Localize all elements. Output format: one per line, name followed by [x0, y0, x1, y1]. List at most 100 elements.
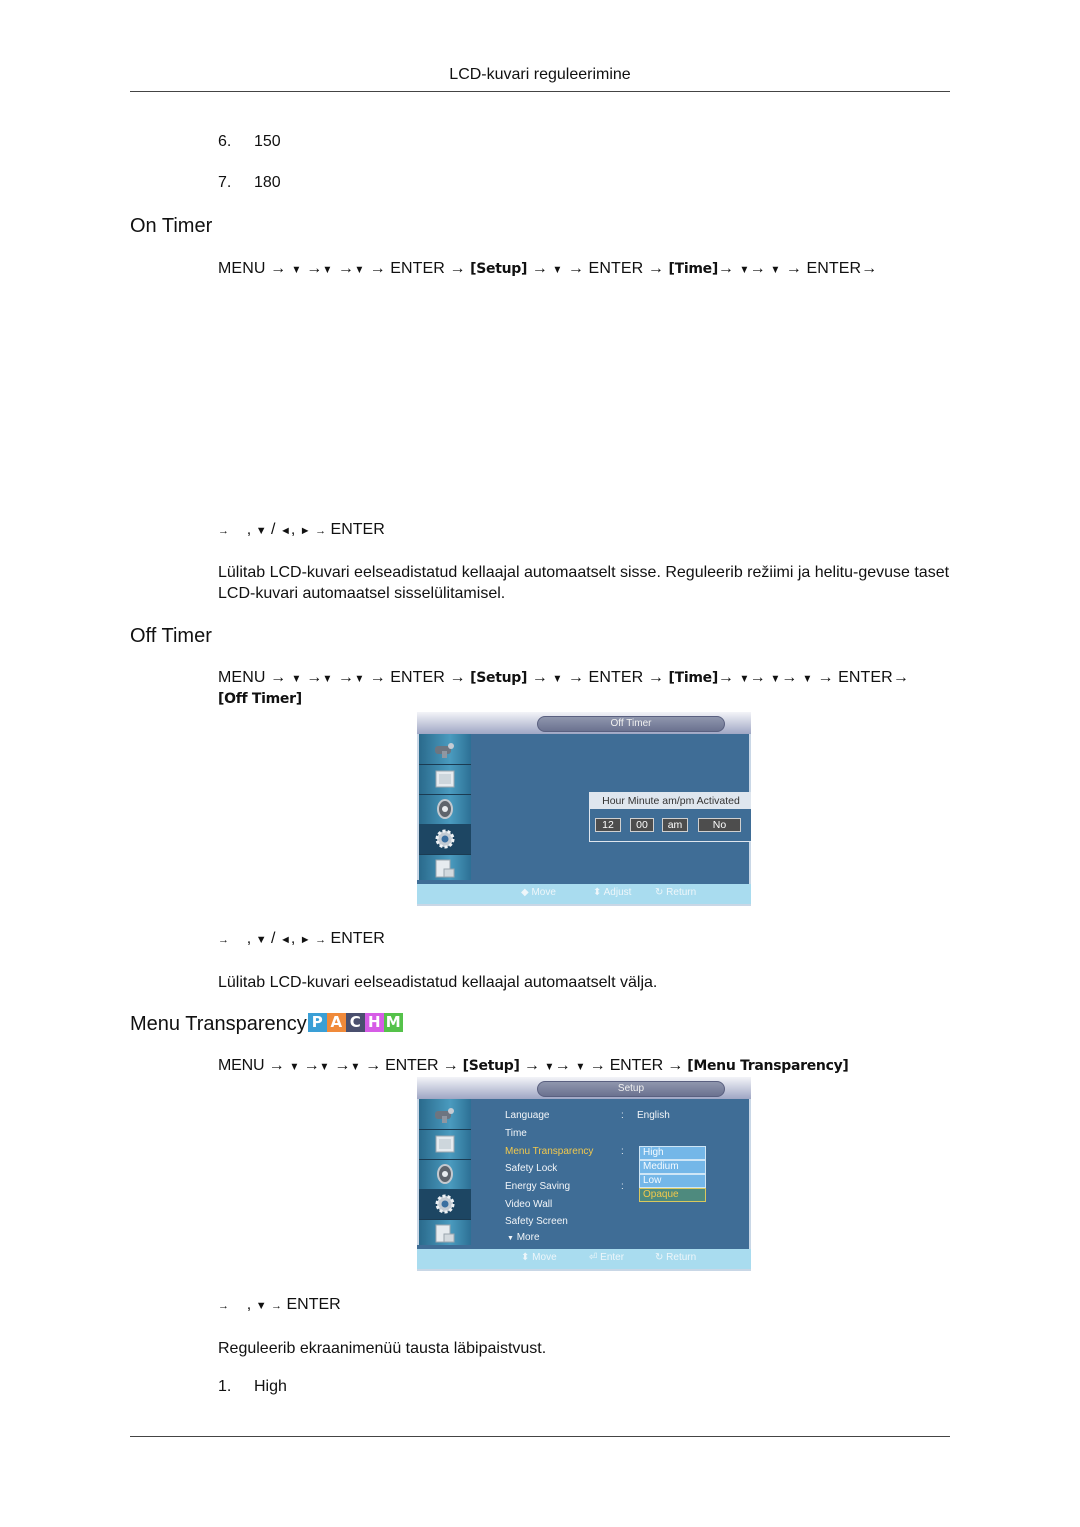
badge-a: A — [326, 1013, 346, 1033]
down-arrow-icon: ▼ — [291, 264, 302, 276]
down-arrow-icon: ▼ — [575, 1061, 585, 1073]
osd-sidebar-setup-icon — [419, 1189, 471, 1220]
setup-item-safety-screen[interactable]: Safety Screen — [505, 1216, 568, 1227]
key-sequence-on-timer: → , ▼ / ◄, ► → ENTER — [218, 521, 385, 538]
ampm-field[interactable]: am — [662, 818, 688, 832]
down-arrow-icon: ▼ — [739, 673, 750, 685]
list-item: 1. High — [218, 1378, 287, 1396]
down-arrow-icon: ▼ — [255, 525, 267, 537]
down-arrow-icon: ▼ — [322, 264, 333, 276]
osd-sidebar-input-icon — [419, 734, 471, 765]
setup-item-video-wall[interactable]: Video Wall — [505, 1199, 552, 1210]
down-arrow-icon: ▼ — [289, 1061, 299, 1073]
key-sequence-off-timer: → , ▼ / ◄, ► → ENTER — [218, 930, 385, 947]
down-arrow-icon: ▼ — [770, 264, 781, 276]
osd-footer: ◆ Move ⬍ Adjust ↻ Return — [417, 880, 751, 904]
badge-h: H — [364, 1013, 384, 1033]
menu-transparency-description: Reguleerib ekraanimenüü tausta läbipaist… — [218, 1340, 547, 1357]
setup-item-time[interactable]: Time — [505, 1128, 527, 1139]
setup-item-energy-saving[interactable]: Energy Saving — [505, 1181, 570, 1192]
list-text: High — [254, 1378, 287, 1395]
down-arrow-icon: ▼ — [354, 673, 365, 685]
badge-p: P — [307, 1013, 327, 1033]
footer-move: ◆ Move — [521, 887, 556, 898]
list-item: 6. 150 — [218, 133, 281, 151]
osd-footer: ⬍ Move ⏎ Enter ↻ Return — [417, 1245, 751, 1269]
footer-enter: ⏎ Enter — [589, 1252, 625, 1263]
down-arrow-icon: ▼ — [255, 934, 267, 946]
osd-sidebar-input-icon — [419, 1099, 471, 1130]
osd-sidebar-sound-icon — [419, 1159, 471, 1190]
down-arrow-icon: ▼ — [552, 264, 563, 276]
section-heading-menu-transparency: Menu Transparency P A C H M — [130, 1013, 403, 1036]
list-item: 7. 180 — [218, 174, 281, 192]
osd-title: Off Timer — [537, 716, 725, 732]
off-timer-description: Lülitab LCD-kuvari eelseadistatud kellaa… — [218, 974, 658, 991]
colon: : — [621, 1181, 624, 1192]
osd-sidebar-picture-icon — [419, 1129, 471, 1160]
timer-column-headers: Hour Minute am/pm Activated — [590, 793, 751, 809]
osd-title: Setup — [537, 1081, 725, 1097]
right-arrow-icon: ► — [299, 934, 311, 946]
setup-osd-screenshot: Setup Language Time Menu Transparency Sa… — [417, 1077, 751, 1271]
osd-sidebar-setup-icon — [419, 824, 471, 855]
down-arrow-icon: ▼ — [319, 1061, 330, 1073]
down-arrow-icon: ▼ — [552, 673, 563, 685]
section-heading-off-timer: Off Timer — [130, 625, 212, 647]
menu-path-on-timer: MENU → ▼ →▼ →▼ → ENTER → [Setup] → ▼ → E… — [218, 259, 954, 280]
osd-sidebar-sound-icon — [419, 794, 471, 825]
footer-adjust: ⬍ Adjust — [593, 887, 632, 898]
footer-return: ↻ Return — [655, 1252, 697, 1263]
badge-m: M — [383, 1013, 403, 1033]
down-arrow-icon: ▼ — [544, 1061, 555, 1073]
footer-return: ↻ Return — [655, 887, 697, 898]
down-arrow-icon: ▼ — [739, 264, 750, 276]
down-arrow-icon: ▼ — [255, 1300, 267, 1312]
minute-field[interactable]: 00 — [630, 818, 654, 832]
list-number: 1. — [218, 1378, 232, 1395]
badge-c: C — [345, 1013, 365, 1033]
hour-field[interactable]: 12 — [595, 818, 621, 832]
section-heading-on-timer: On Timer — [130, 215, 213, 237]
down-arrow-icon: ▼ — [802, 673, 813, 685]
left-arrow-icon: ◄ — [279, 934, 291, 946]
option-medium[interactable]: Medium — [639, 1160, 706, 1174]
down-arrow-icon: ▼ — [354, 264, 365, 276]
setup-item-more[interactable]: ▼ More — [507, 1232, 540, 1243]
osd-main-panel: Hour Minute am/pm Activated 12 00 am No — [471, 734, 751, 884]
footer-move: ⬍ Move — [521, 1252, 557, 1263]
key-sequence-menu-transparency: → , ▼ → ENTER — [218, 1296, 341, 1313]
option-opaque[interactable]: Opaque — [639, 1188, 706, 1202]
off-timer-osd-screenshot: Off Timer Hour Minute am/pm Activated 12… — [417, 712, 751, 906]
down-arrow-icon: ▼ — [322, 673, 333, 685]
down-arrow-icon: ▼ — [350, 1061, 361, 1073]
more-chevron-icon: ▼ — [507, 1235, 514, 1242]
header-divider — [130, 91, 950, 92]
left-arrow-icon: ◄ — [279, 525, 291, 537]
list-text: 180 — [254, 174, 281, 191]
list-number: 6. — [218, 133, 232, 150]
off-timer-settings-box: Hour Minute am/pm Activated 12 00 am No — [589, 792, 751, 842]
list-text: 150 — [254, 133, 281, 150]
setup-item-safety-lock[interactable]: Safety Lock — [505, 1163, 557, 1174]
footer-divider — [130, 1436, 950, 1437]
option-low[interactable]: Low — [639, 1174, 706, 1188]
colon: : — [621, 1110, 624, 1121]
osd-main-panel: Language Time Menu Transparency Safety L… — [471, 1099, 749, 1249]
osd-sidebar-picture-icon — [419, 764, 471, 795]
mode-badges: P A C H M — [307, 1013, 403, 1033]
menu-path-menu-transparency: MENU → ▼ →▼ →▼ → ENTER → [Setup] → ▼→ ▼ … — [218, 1056, 954, 1077]
menu-path-off-timer: MENU → ▼ →▼ →▼ → ENTER → [Setup] → ▼ → E… — [218, 669, 909, 707]
activated-field[interactable]: No — [698, 818, 741, 832]
down-arrow-icon: ▼ — [291, 673, 302, 685]
page-header-title: LCD-kuvari reguleerimine — [449, 66, 631, 83]
language-value: English — [637, 1110, 670, 1121]
right-arrow-icon: ► — [299, 525, 311, 537]
setup-item-language[interactable]: Language — [505, 1110, 550, 1121]
colon: : — [621, 1146, 624, 1157]
down-arrow-icon: ▼ — [770, 673, 781, 685]
osd-sidebar — [419, 1099, 471, 1249]
option-high[interactable]: High — [639, 1146, 706, 1160]
setup-item-menu-transparency[interactable]: Menu Transparency — [505, 1146, 593, 1157]
on-timer-description: Lülitab LCD-kuvari eelseadistatud kellaa… — [218, 564, 950, 602]
